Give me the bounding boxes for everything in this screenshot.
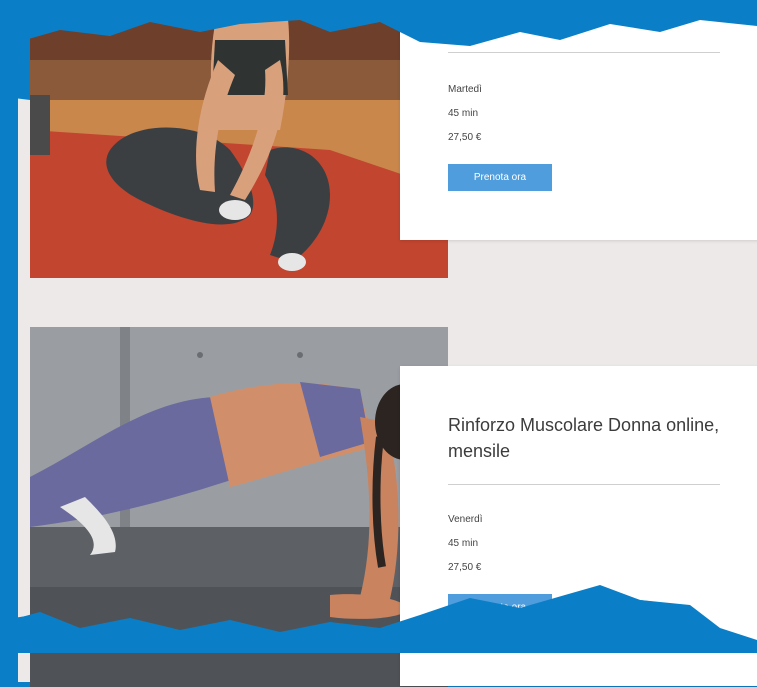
- card-divider: [448, 484, 720, 485]
- class-price: 27,50 €: [448, 562, 482, 573]
- class-card-2: Rinforzo Muscolare Donna online, mensile…: [400, 366, 757, 686]
- book-now-button[interactable]: Prenota ora: [448, 164, 552, 191]
- class-duration: 45 min: [448, 108, 479, 119]
- book-now-button[interactable]: Prenota ora: [448, 594, 552, 621]
- class-photo-plank[interactable]: [30, 327, 448, 687]
- class-list: Martedì 45 min 27,50 € Prenota ora Rinfo…: [18, 0, 757, 687]
- class-duration: 45 min: [448, 538, 479, 549]
- class-day: Martedì: [448, 84, 482, 95]
- stretching-photo-illustration: [30, 0, 448, 278]
- class-photo-stretching[interactable]: [30, 0, 448, 278]
- card-divider: [448, 52, 720, 53]
- class-card-1: Martedì 45 min 27,50 € Prenota ora: [400, 0, 757, 240]
- class-price: 27,50 €: [448, 132, 482, 143]
- class-day: Venerdì: [448, 514, 483, 525]
- plank-photo-illustration: [30, 327, 448, 687]
- class-title[interactable]: Rinforzo Muscolare Donna online, mensile: [448, 412, 748, 464]
